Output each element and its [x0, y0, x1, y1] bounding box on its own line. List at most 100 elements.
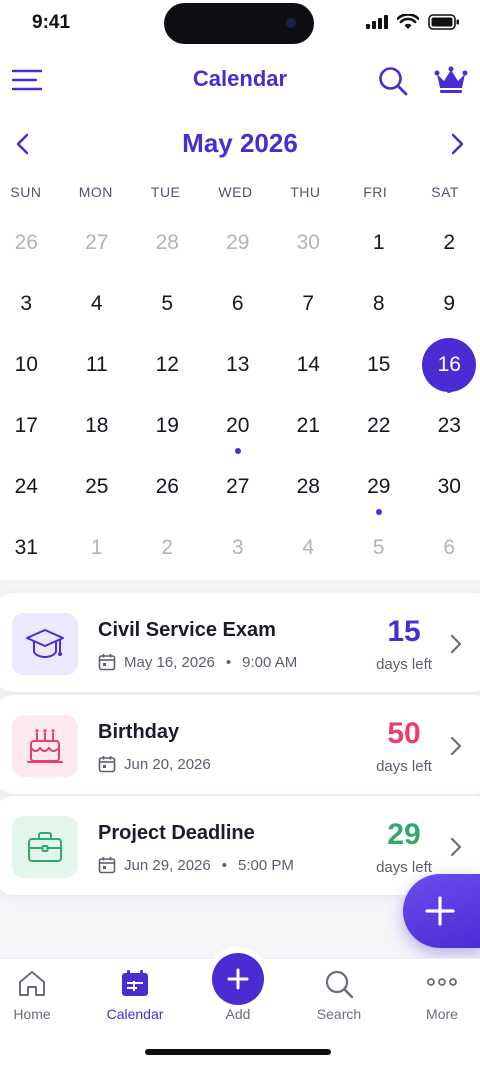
day-number: 13	[226, 352, 250, 376]
calendar-day[interactable]: 3	[203, 517, 274, 578]
calendar-day[interactable]: 15	[344, 334, 415, 395]
day-number: 29	[367, 474, 391, 498]
briefcase-icon	[28, 832, 62, 862]
add-button[interactable]	[212, 953, 264, 1005]
home-indicator	[145, 1049, 331, 1055]
event-days-left-label: days left	[376, 859, 432, 876]
calendar-day[interactable]: 14	[273, 334, 344, 395]
calendar-day[interactable]: 17	[0, 395, 62, 456]
search-icon[interactable]	[378, 66, 408, 96]
nav-label: Add	[225, 1006, 251, 1022]
calendar-day[interactable]: 2	[414, 212, 480, 273]
calendar-day[interactable]: 12	[132, 334, 203, 395]
nav-search[interactable]: Search	[291, 959, 387, 1029]
calendar-day[interactable]: 5	[132, 273, 203, 334]
day-number: 30	[296, 230, 320, 254]
weekday-label: FRI	[363, 184, 388, 200]
calendar-day[interactable]: 28	[132, 212, 203, 273]
day-number: 29	[226, 230, 250, 254]
calendar-grid: 26 27 28 29 30 1 2 3 4 5 6 7 8 9 10 11 12 13 14 15 16 17 18 19 2…	[0, 212, 480, 578]
day-number: 1	[90, 535, 103, 559]
calendar-day[interactable]: 29	[203, 212, 274, 273]
calendar-day[interactable]: 6	[203, 273, 274, 334]
calendar-day[interactable]: 21	[273, 395, 344, 456]
calendar-day[interactable]: 24	[0, 456, 62, 517]
day-number: 7	[302, 291, 315, 315]
day-number: 28	[296, 474, 320, 498]
day-number: 5	[372, 535, 385, 559]
nav-home[interactable]: Home	[0, 959, 80, 1029]
calendar-day[interactable]: 30	[414, 456, 480, 517]
calendar-day[interactable]: 22	[344, 395, 415, 456]
calendar-day[interactable]: 26	[0, 212, 62, 273]
calendar-day[interactable]: 25	[62, 456, 133, 517]
add-event-fab[interactable]	[403, 874, 480, 948]
day-number: 4	[90, 291, 103, 315]
calendar-day[interactable]: 19	[132, 395, 203, 456]
calendar-day[interactable]: 1	[344, 212, 415, 273]
calendar-day[interactable]: 18	[62, 395, 133, 456]
calendar-day[interactable]: 30	[273, 212, 344, 273]
calendar-day[interactable]: 27	[62, 212, 133, 273]
day-number: 20	[226, 413, 250, 437]
event-icon-tile	[12, 816, 78, 878]
event-card-birthday[interactable]: Birthday Jun 20, 2026 50 days left	[0, 695, 480, 794]
day-number: 31	[14, 535, 38, 559]
event-card-civil-service-exam[interactable]: Civil Service Exam May 16, 2026 • 9:00 A…	[0, 593, 480, 692]
weekday-label: THU	[290, 184, 321, 200]
calendar-day[interactable]: 26	[132, 456, 203, 517]
cake-icon	[27, 729, 63, 763]
event-days-left-label: days left	[376, 758, 432, 775]
calendar-day[interactable]: 28	[273, 456, 344, 517]
nav-add[interactable]: Add	[190, 953, 286, 1029]
home-icon	[19, 971, 45, 996]
next-month-button[interactable]	[446, 131, 468, 157]
day-number: 27	[85, 230, 109, 254]
calendar-day[interactable]: 5	[344, 517, 415, 578]
month-navigation: May 2026	[0, 124, 480, 164]
calendar-day[interactable]: 13	[203, 334, 274, 395]
calendar-day[interactable]: 7	[273, 273, 344, 334]
search-icon	[325, 970, 354, 999]
event-icon-tile	[12, 715, 78, 777]
calendar-small-icon	[98, 654, 116, 671]
calendar-day[interactable]: 23	[414, 395, 480, 456]
meta-separator: •	[225, 653, 232, 671]
calendar-small-icon	[98, 756, 116, 773]
app-header: Calendar	[0, 60, 480, 104]
nav-more[interactable]: More	[394, 959, 480, 1029]
event-card-project-deadline[interactable]: Project Deadline Jun 29, 2026 • 5:00 PM …	[0, 796, 480, 895]
event-date: Jun 29, 2026	[124, 856, 211, 874]
calendar-day[interactable]: 3	[0, 273, 62, 334]
day-number: 8	[372, 291, 385, 315]
day-number: 3	[231, 535, 244, 559]
month-title[interactable]: May 2026	[0, 128, 480, 159]
calendar-day[interactable]: 6	[414, 517, 480, 578]
calendar-day[interactable]: 1	[62, 517, 133, 578]
calendar-day[interactable]: 20	[203, 395, 274, 456]
calendar-day[interactable]: 31	[0, 517, 62, 578]
status-time: 9:41	[32, 12, 71, 33]
battery-icon	[428, 14, 459, 30]
nav-calendar[interactable]: Calendar	[87, 959, 183, 1029]
calendar-day[interactable]: 4	[273, 517, 344, 578]
calendar-day[interactable]: 4	[62, 273, 133, 334]
event-countdown: 29	[387, 818, 421, 851]
calendar-day[interactable]: 2	[132, 517, 203, 578]
calendar-day-selected[interactable]: 16	[414, 334, 480, 395]
calendar-day[interactable]: 9	[414, 273, 480, 334]
calendar-small-icon	[98, 857, 116, 874]
plus-icon	[227, 968, 249, 990]
calendar-day[interactable]: 11	[62, 334, 133, 395]
calendar-day[interactable]: 29	[344, 456, 415, 517]
calendar-day[interactable]: 8	[344, 273, 415, 334]
day-number: 2	[161, 535, 174, 559]
crown-icon[interactable]	[434, 66, 468, 94]
calendar-day[interactable]: 10	[0, 334, 62, 395]
calendar-day[interactable]: 27	[203, 456, 274, 517]
chevron-right-icon	[450, 634, 462, 654]
day-number: 23	[437, 413, 461, 437]
day-number: 5	[161, 291, 174, 315]
event-indicator-dot	[375, 509, 382, 515]
signal-icon	[366, 15, 388, 29]
